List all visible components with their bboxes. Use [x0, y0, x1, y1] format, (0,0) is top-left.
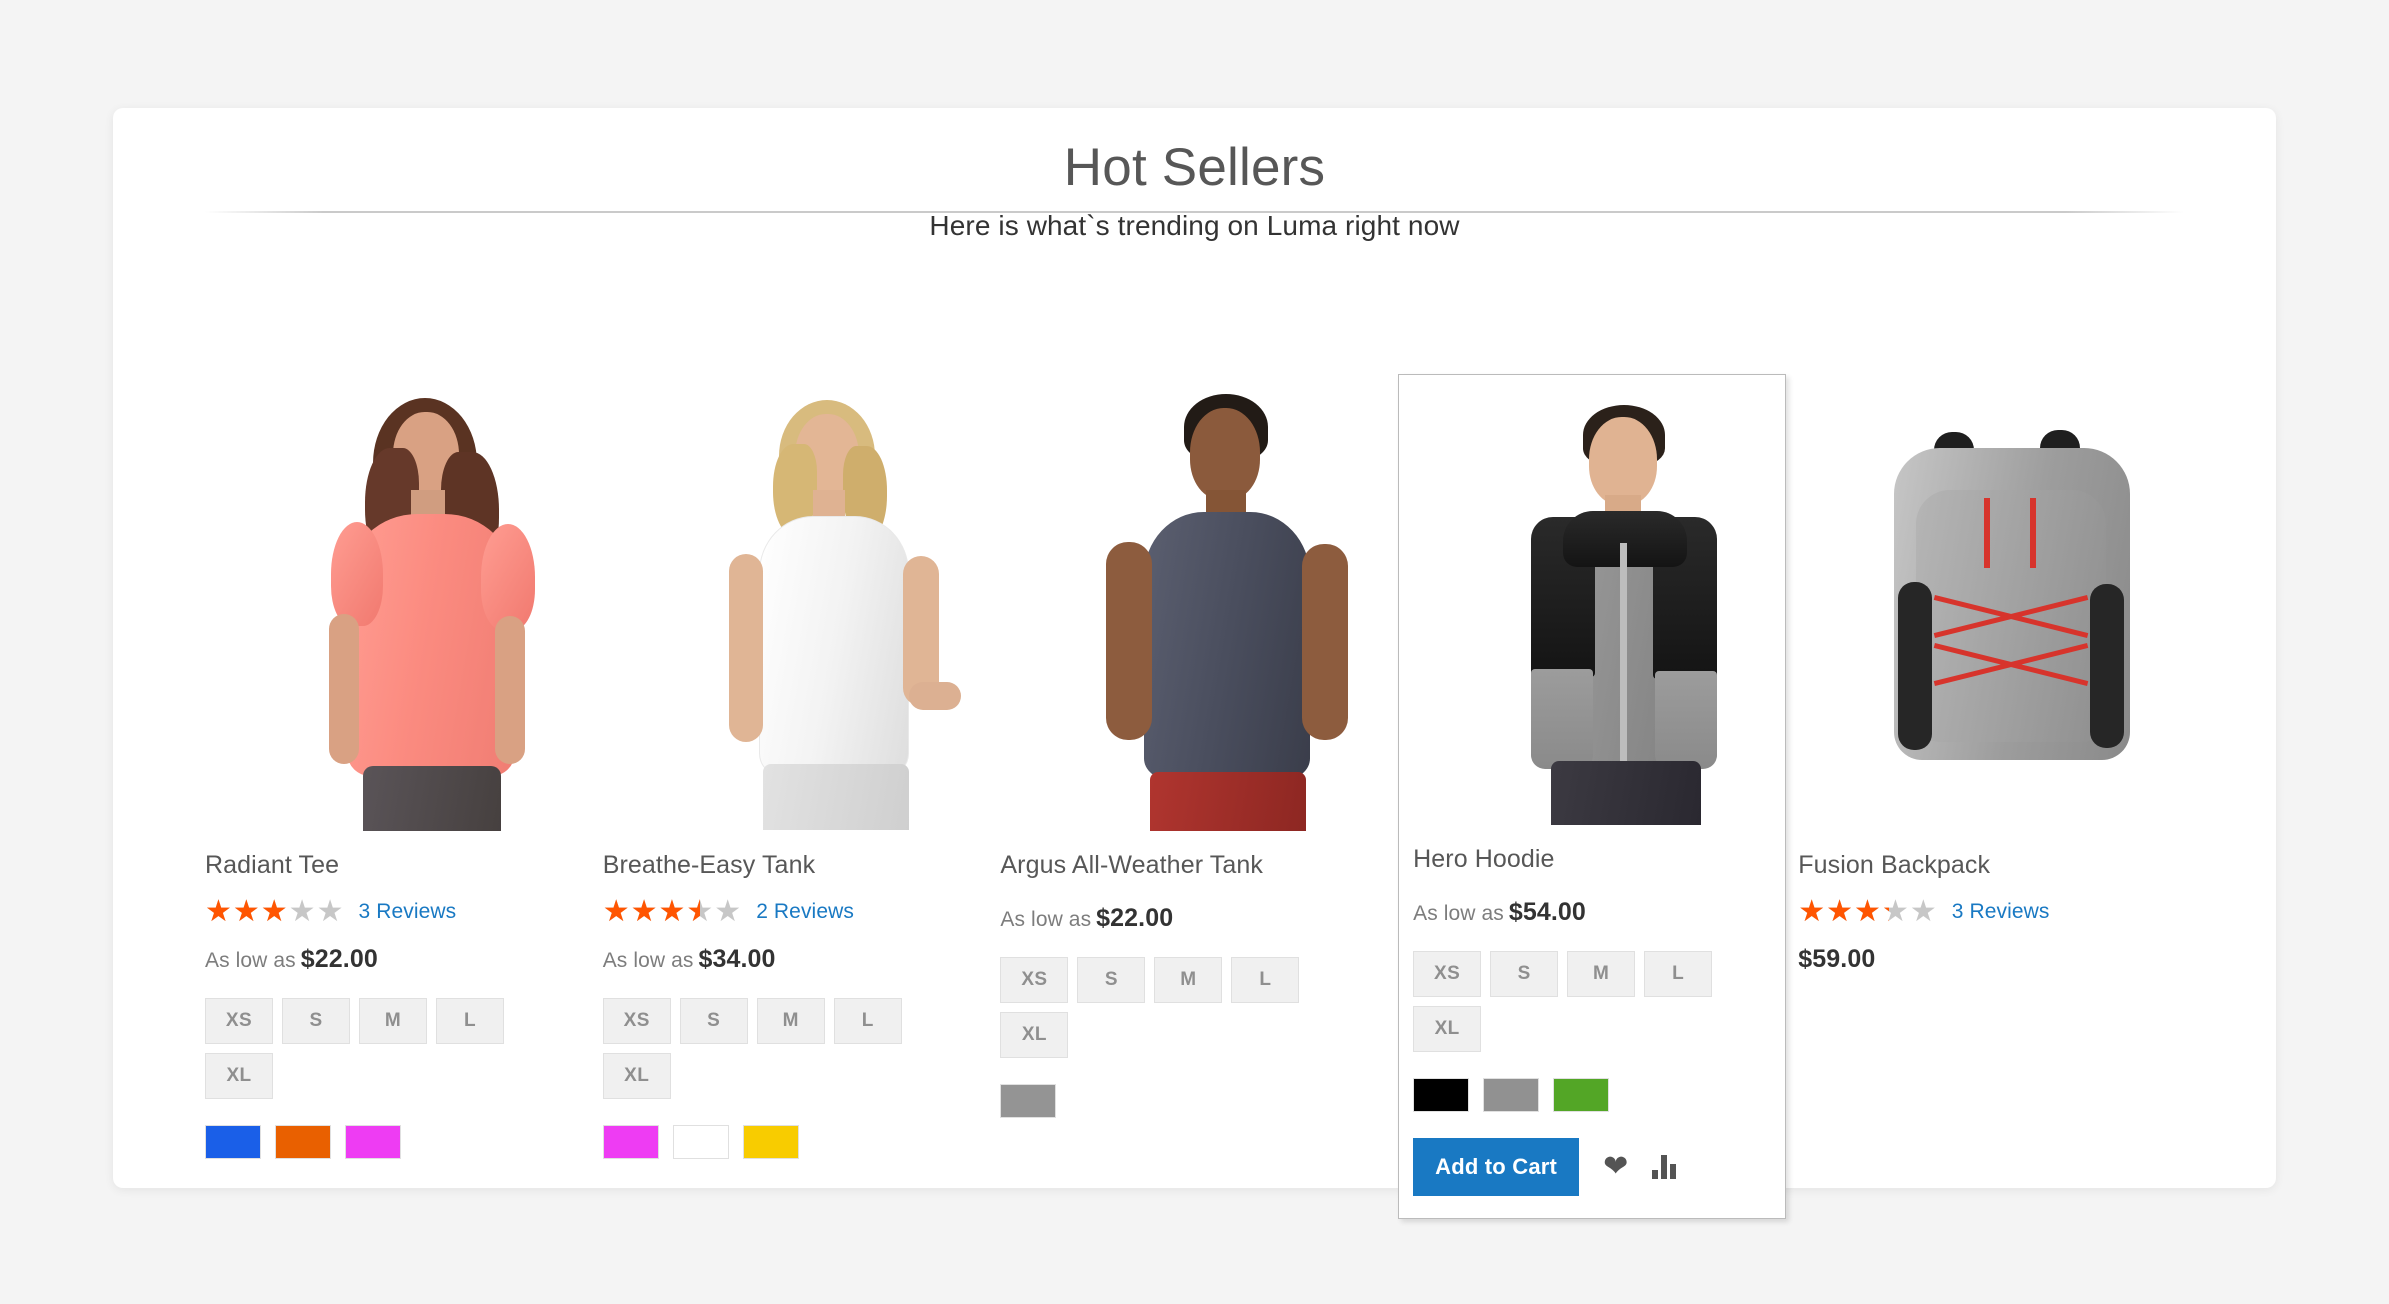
product-grid: Radiant Tee ★★★★★ ★★★★★ 3 Reviews As low…: [205, 374, 2184, 1219]
size-swatch-group[interactable]: XS S M L XL: [602, 997, 913, 1099]
product-photo-fusion-backpack[interactable]: [1798, 386, 2184, 831]
size-swatch-l[interactable]: L: [1644, 950, 1713, 997]
rating-summary[interactable]: ★★★★★ ★★★★★ 3 Reviews: [1798, 893, 2184, 929]
backpack-illustration: [1798, 386, 2184, 831]
product-photo-argus-all-weather-tank[interactable]: [1000, 386, 1387, 831]
product-item-fusion-backpack[interactable]: Fusion Backpack ★★★★★ ★★★★★ 3 Reviews $5…: [1798, 386, 2184, 974]
product-photo-hero-hoodie[interactable]: [1413, 385, 1772, 825]
size-swatch-xl[interactable]: XL: [602, 1052, 671, 1099]
product-price: As low as $34.00: [603, 945, 989, 974]
price-value: $22.00: [1096, 903, 1174, 932]
size-swatch-xs[interactable]: XS: [602, 997, 671, 1044]
reviews-count-link[interactable]: 3 Reviews: [358, 900, 456, 924]
add-to-cart-button[interactable]: Add to Cart: [1413, 1137, 1580, 1196]
product-details: Hero Hoodie As low as$54.00 XS S M L XL: [1413, 825, 1771, 1196]
product-price: As low as $22.00: [205, 945, 591, 974]
product-photo-radiant-tee[interactable]: [205, 386, 591, 831]
reviews-count-link[interactable]: 3 Reviews: [1952, 900, 2050, 924]
size-swatch-m[interactable]: M: [756, 997, 825, 1044]
size-swatch-group[interactable]: XS S M L XL: [1413, 950, 1723, 1052]
product-details: Radiant Tee ★★★★★ ★★★★★ 3 Reviews As low…: [205, 831, 591, 1159]
size-swatch-s[interactable]: S: [1077, 956, 1146, 1003]
rating-summary[interactable]: ★★★★★ ★★★★★ 2 Reviews: [602, 893, 989, 929]
price-label: As low as: [1000, 907, 1092, 931]
size-swatch-l[interactable]: L: [436, 997, 504, 1044]
product-name-link[interactable]: Hero Hoodie: [1413, 845, 1554, 873]
price-value: $59.00: [1798, 944, 1876, 973]
size-swatch-xs[interactable]: XS: [1000, 956, 1069, 1003]
size-swatch-xl[interactable]: XL: [205, 1052, 273, 1099]
product-actions: Add to Cart ❤: [1413, 1137, 1771, 1196]
compare-bars-icon[interactable]: [1652, 1154, 1677, 1179]
product-details: Fusion Backpack ★★★★★ ★★★★★ 3 Reviews $5…: [1798, 831, 2184, 974]
product-item-hero-hoodie[interactable]: Hero Hoodie As low as$54.00 XS S M L XL: [1398, 374, 1787, 1219]
color-swatch-yellow[interactable]: [742, 1124, 799, 1159]
size-swatch-xs[interactable]: XS: [1413, 950, 1482, 997]
color-swatch-gray[interactable]: [1483, 1077, 1540, 1112]
widget-header: Hot Sellers Here is what`s trending on L…: [113, 108, 2276, 242]
color-swatch-blue[interactable]: [205, 1124, 261, 1159]
color-swatch-black[interactable]: [1413, 1077, 1470, 1112]
color-swatch-gray[interactable]: [1000, 1083, 1057, 1118]
price-label: As low as: [602, 948, 694, 972]
model-illustration: [1413, 385, 1771, 825]
product-name-link[interactable]: Radiant Tee: [205, 851, 339, 879]
size-swatch-s[interactable]: S: [282, 997, 350, 1044]
heart-icon[interactable]: ❤: [1603, 1151, 1628, 1182]
model-illustration: [603, 386, 989, 831]
color-swatch-group[interactable]: [602, 1124, 989, 1159]
product-name-link[interactable]: Breathe-Easy Tank: [603, 851, 815, 879]
color-swatch-group[interactable]: [1413, 1077, 1771, 1112]
color-swatch-group[interactable]: [1000, 1083, 1386, 1118]
product-name-link[interactable]: Fusion Backpack: [1798, 851, 1990, 879]
star-rating: ★★★★★ ★★★★★: [602, 893, 743, 929]
size-swatch-s[interactable]: S: [679, 997, 748, 1044]
size-swatch-xl[interactable]: XL: [1413, 1005, 1482, 1052]
size-swatch-group[interactable]: XS S M L XL: [1000, 956, 1310, 1058]
product-photo-breathe-easy-tank[interactable]: [602, 386, 989, 831]
color-swatch-purple[interactable]: [345, 1124, 401, 1159]
price-value: $34.00: [698, 944, 776, 973]
color-swatch-purple[interactable]: [602, 1124, 659, 1159]
product-details: Argus All-Weather Tank As low as $22.00 X…: [1000, 831, 1386, 1118]
size-swatch-m[interactable]: M: [1154, 956, 1223, 1003]
reviews-count-link[interactable]: 2 Reviews: [756, 900, 854, 924]
page-title: Hot Sellers: [1027, 136, 1362, 200]
size-swatch-l[interactable]: L: [833, 997, 902, 1044]
size-swatch-m[interactable]: M: [359, 997, 427, 1044]
product-price: As low as $54.00: [1413, 898, 1771, 927]
product-name-link[interactable]: Argus All-Weather Tank: [1000, 851, 1263, 879]
star-rating: ★★★★★ ★★★★★: [205, 893, 345, 929]
product-item-radiant-tee[interactable]: Radiant Tee ★★★★★ ★★★★★ 3 Reviews As low…: [205, 386, 591, 1159]
size-swatch-xs[interactable]: XS: [205, 997, 273, 1044]
color-swatch-orange[interactable]: [275, 1124, 331, 1159]
hot-sellers-widget-card: Hot Sellers Here is what`s trending on L…: [113, 108, 2276, 1219]
size-swatch-xl[interactable]: XL: [1000, 1011, 1069, 1058]
model-illustration: [205, 386, 591, 831]
color-swatch-white[interactable]: [672, 1124, 729, 1159]
product-price: As low as $22.00: [1000, 904, 1386, 933]
star-rating: ★★★★★ ★★★★★: [1798, 893, 1938, 929]
color-swatch-green[interactable]: [1553, 1077, 1610, 1112]
price-label: As low as: [1413, 901, 1504, 925]
price-label: As low as: [205, 948, 296, 972]
product-item-argus-all-weather-tank[interactable]: Argus All-Weather Tank As low as $22.00 X…: [1000, 386, 1387, 1118]
color-swatch-group[interactable]: [205, 1124, 591, 1159]
product-item-breathe-easy-tank[interactable]: Breathe-Easy Tank ★★★★★ ★★★★★ 2 Reviews …: [602, 386, 989, 1159]
size-swatch-l[interactable]: L: [1231, 956, 1300, 1003]
product-details: Breathe-Easy Tank ★★★★★ ★★★★★ 2 Reviews …: [602, 831, 989, 1159]
rating-summary[interactable]: ★★★★★ ★★★★★ 3 Reviews: [205, 893, 591, 929]
size-swatch-group[interactable]: XS S M L XL: [205, 997, 515, 1099]
widget-subtitle: Here is what`s trending on Luma right no…: [929, 209, 1460, 241]
product-price: $59.00: [1798, 945, 2184, 974]
model-illustration: [1000, 386, 1386, 831]
price-value: $54.00: [1508, 897, 1586, 926]
size-swatch-s[interactable]: S: [1490, 950, 1559, 997]
price-value: $22.00: [300, 944, 378, 973]
size-swatch-m[interactable]: M: [1567, 950, 1636, 997]
